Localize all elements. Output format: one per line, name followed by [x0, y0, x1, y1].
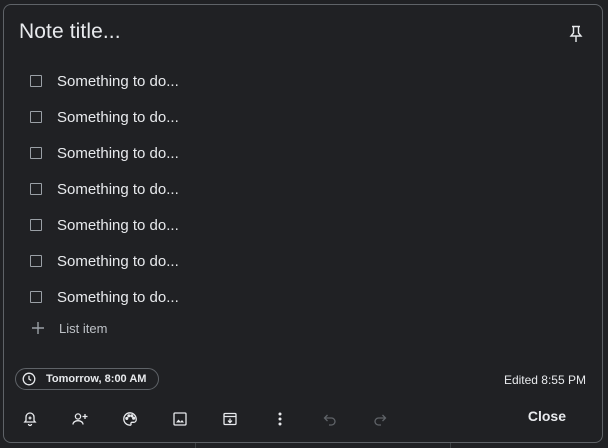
- redo-button[interactable]: [362, 405, 398, 433]
- more-options-button[interactable]: [262, 405, 298, 433]
- checkbox[interactable]: [30, 75, 42, 87]
- list-item[interactable]: Something to do...: [30, 63, 179, 99]
- list-item-text[interactable]: Something to do...: [57, 253, 179, 270]
- list-item-text[interactable]: Something to do...: [57, 145, 179, 162]
- list-item[interactable]: Something to do...: [30, 207, 179, 243]
- palette-icon: [123, 412, 137, 426]
- list-item[interactable]: Something to do...: [30, 279, 179, 315]
- image-icon: [173, 412, 187, 426]
- add-list-item-label: List item: [59, 320, 108, 336]
- more-vert-icon: [278, 412, 282, 426]
- collaborator-button[interactable]: [62, 405, 98, 433]
- reminder-chip-label: Tomorrow, 8:00 AM: [46, 373, 147, 385]
- close-button[interactable]: Close: [528, 408, 566, 424]
- plus-icon: [32, 322, 44, 334]
- remind-me-button[interactable]: [12, 405, 48, 433]
- list-item[interactable]: Something to do...: [30, 171, 179, 207]
- note-title-input[interactable]: Note title...: [19, 20, 121, 44]
- list-item-text[interactable]: Something to do...: [57, 181, 179, 198]
- reminder-chip[interactable]: Tomorrow, 8:00 AM: [15, 368, 160, 390]
- pin-icon: [569, 25, 583, 42]
- clock-icon: [22, 372, 36, 386]
- checkbox[interactable]: [30, 111, 42, 123]
- list-item-text[interactable]: Something to do...: [57, 289, 179, 306]
- checkbox[interactable]: [30, 255, 42, 267]
- list-item-text[interactable]: Something to do...: [57, 217, 179, 234]
- add-list-item-button[interactable]: List item: [31, 318, 107, 338]
- background-options-button[interactable]: [112, 405, 148, 433]
- checkbox[interactable]: [30, 183, 42, 195]
- archive-icon: [223, 412, 237, 426]
- list-item-text[interactable]: Something to do...: [57, 109, 179, 126]
- list-item[interactable]: Something to do...: [30, 135, 179, 171]
- list-item[interactable]: Something to do...: [30, 99, 179, 135]
- checkbox[interactable]: [30, 147, 42, 159]
- add-alert-icon: [23, 412, 37, 427]
- checklist: Something to do... Something to do... So…: [30, 63, 179, 315]
- note-toolbar: [12, 405, 412, 433]
- list-item[interactable]: Something to do...: [30, 243, 179, 279]
- checkbox[interactable]: [30, 219, 42, 231]
- pin-note-button[interactable]: [562, 20, 590, 48]
- checkbox[interactable]: [30, 291, 42, 303]
- edited-timestamp: Edited 8:55 PM: [503, 373, 586, 387]
- note-editor-dialog: Note title... Something to do... Somethi…: [3, 4, 603, 443]
- add-image-button[interactable]: [162, 405, 198, 433]
- archive-button[interactable]: [212, 405, 248, 433]
- add-collaborator-icon: [72, 413, 88, 425]
- redo-icon: [374, 414, 387, 426]
- undo-icon: [323, 414, 336, 426]
- list-item-text[interactable]: Something to do...: [57, 73, 179, 90]
- undo-button[interactable]: [312, 405, 348, 433]
